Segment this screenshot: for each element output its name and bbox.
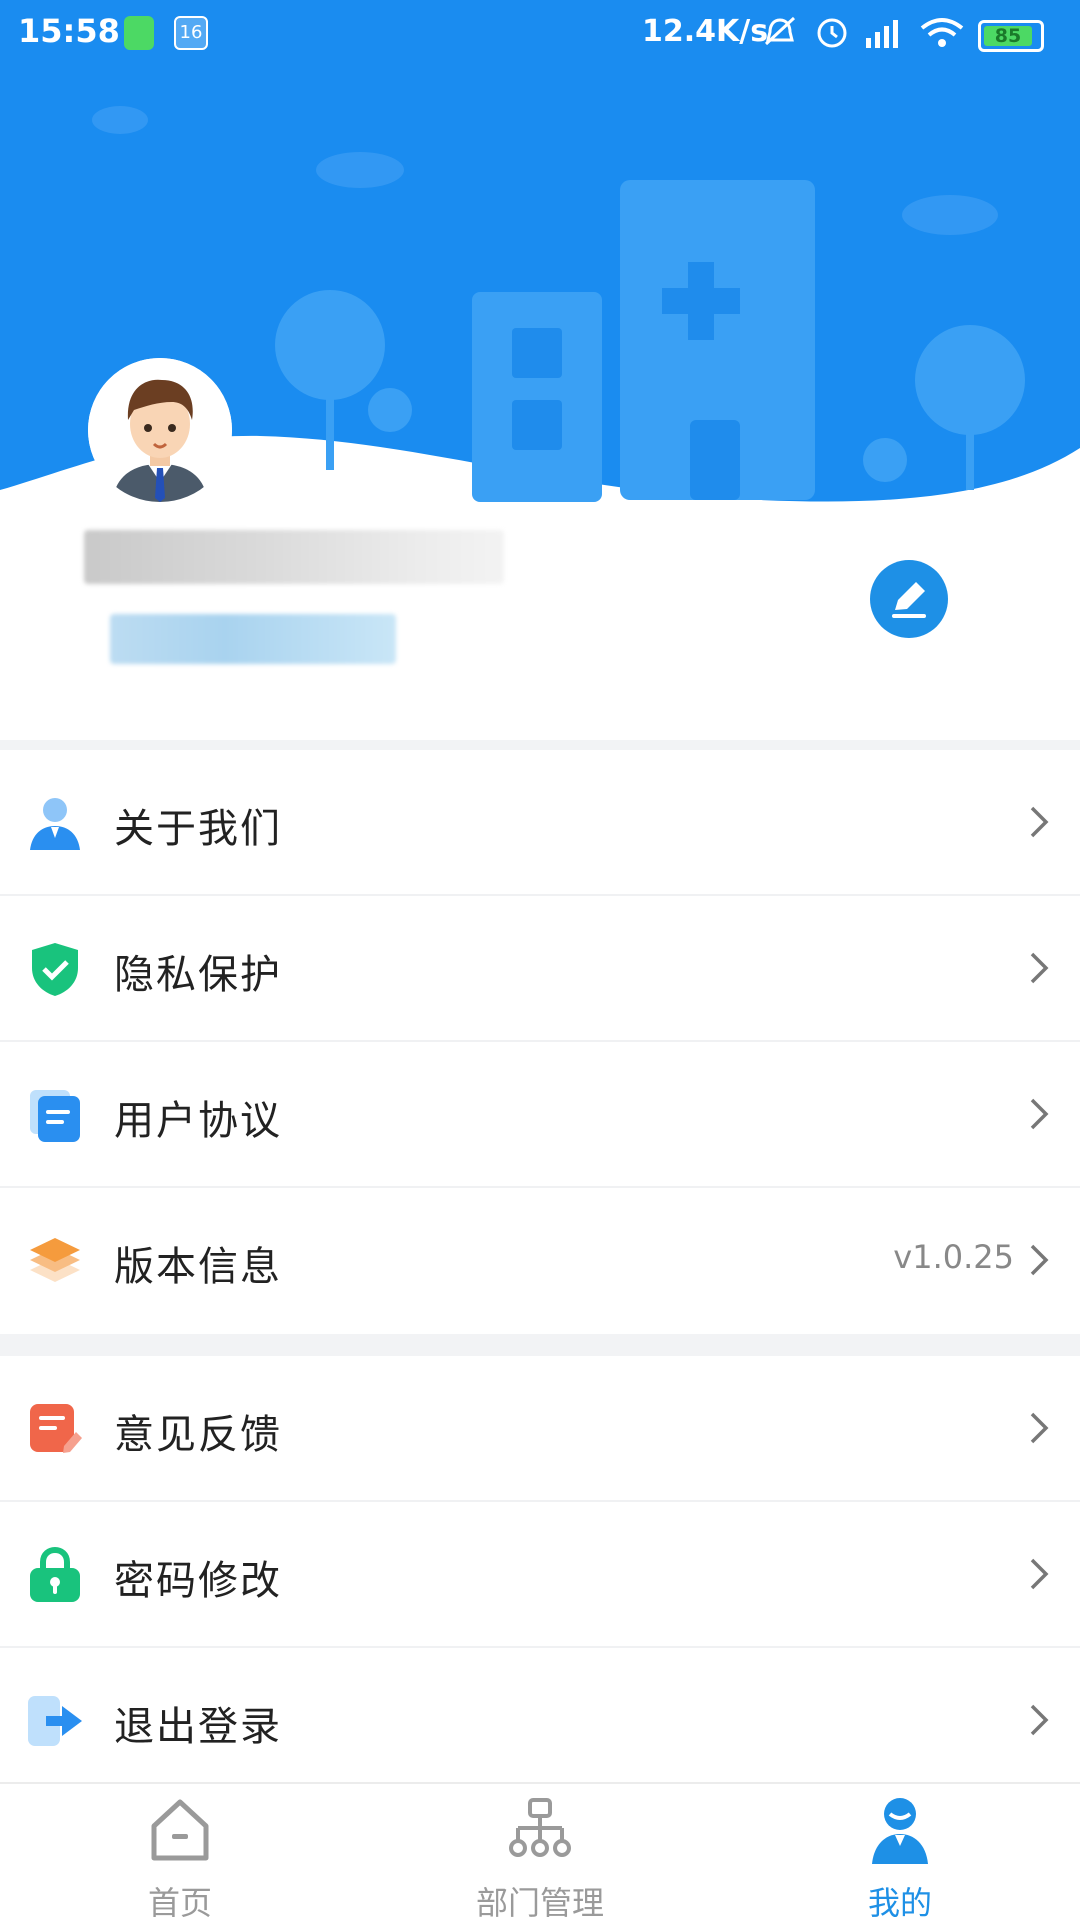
menu-label: 意见反馈 — [114, 1412, 282, 1458]
chevron-right-icon — [1030, 1558, 1049, 1590]
avatar[interactable] — [88, 358, 232, 502]
menu-group-account: 意见反馈 密码修改 退出登录 — [0, 1356, 1080, 1794]
menu-item-change-password[interactable]: 密码修改 — [0, 1502, 1080, 1648]
tab-mine[interactable]: 我的 — [720, 1784, 1080, 1920]
feedback-icon — [30, 1404, 82, 1453]
battery-icon: 85 — [978, 20, 1044, 52]
tab-label: 部门管理 — [475, 1884, 604, 1920]
notification-count-badge: 16 — [174, 16, 208, 50]
lock-icon — [30, 1546, 80, 1602]
menu-item-user-agreement[interactable]: 用户协议 — [0, 1042, 1080, 1188]
chevron-right-icon — [1030, 1704, 1049, 1736]
status-bar: 15:58 16 12.4K/s 85 — [0, 0, 1080, 64]
network-speed: 12.4K/s — [642, 14, 769, 49]
menu-item-feedback[interactable]: 意见反馈 — [0, 1356, 1080, 1502]
profile-header — [0, 0, 1080, 740]
organization-label — [110, 614, 396, 664]
menu-item-about-us[interactable]: 关于我们 — [0, 750, 1080, 896]
menu-label: 用户协议 — [114, 1098, 282, 1144]
org-chart-icon — [509, 1798, 571, 1857]
chevron-right-icon — [1030, 1244, 1049, 1276]
document-icon — [30, 1090, 80, 1142]
pencil-icon — [892, 582, 926, 618]
security-shield-icon — [124, 16, 154, 50]
home-icon — [151, 1799, 209, 1861]
chevron-right-icon — [1030, 952, 1049, 984]
wifi-icon — [920, 18, 964, 47]
menu-label: 退出登录 — [114, 1704, 282, 1750]
username — [84, 530, 504, 584]
profile-icon — [872, 1798, 928, 1864]
battery-level: 85 — [984, 26, 1032, 46]
menu-item-logout[interactable]: 退出登录 — [0, 1648, 1080, 1794]
menu-label: 密码修改 — [114, 1558, 282, 1604]
menu-item-privacy[interactable]: 隐私保护 — [0, 896, 1080, 1042]
layers-icon — [30, 1238, 80, 1282]
tab-label: 首页 — [147, 1884, 212, 1920]
user-tie-icon — [30, 798, 80, 850]
tab-home[interactable]: 首页 — [0, 1784, 360, 1920]
version-value: v1.0.25 — [893, 1238, 1014, 1276]
alarm-clock-icon — [817, 18, 847, 48]
menu-label: 隐私保护 — [114, 952, 282, 998]
shield-check-icon — [32, 943, 78, 996]
menu-item-version-info[interactable]: 版本信息 v1.0.25 — [0, 1188, 1080, 1334]
signal-icon — [866, 20, 898, 48]
chevron-right-icon — [1030, 806, 1049, 838]
tab-label: 我的 — [867, 1884, 932, 1920]
tab-department-management[interactable]: 部门管理 — [360, 1784, 720, 1920]
bottom-tab-bar: 首页 部门管理 我的 — [0, 1782, 1080, 1920]
status-time: 15:58 — [18, 12, 120, 50]
chevron-right-icon — [1030, 1098, 1049, 1130]
menu-label: 关于我们 — [114, 806, 282, 852]
edit-profile-button[interactable] — [870, 560, 948, 638]
menu-group-general: 关于我们 隐私保护 用户协议 版本信息 v1.0.25 — [0, 750, 1080, 1334]
logout-icon — [28, 1696, 82, 1746]
menu-label: 版本信息 — [114, 1244, 282, 1290]
alarm-muted-icon — [764, 16, 796, 46]
chevron-right-icon — [1030, 1412, 1049, 1444]
